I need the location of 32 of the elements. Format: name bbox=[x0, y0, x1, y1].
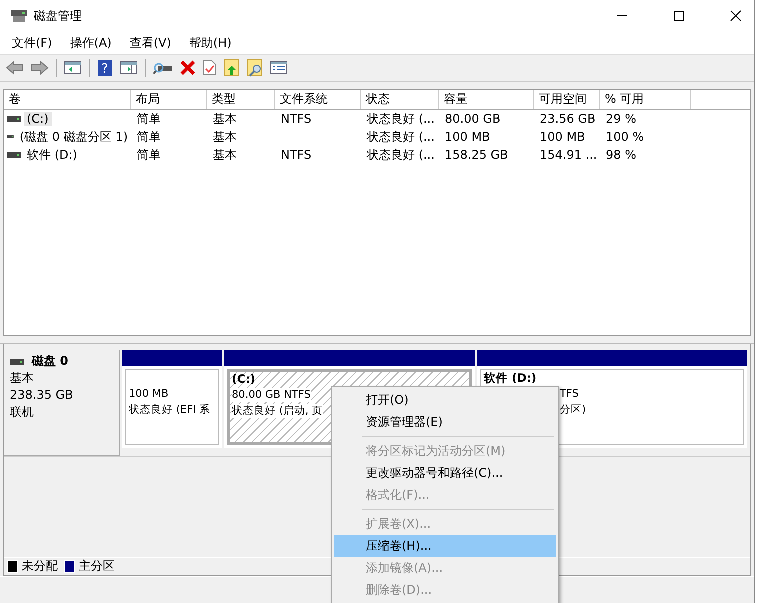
table-cell-text: 简单 bbox=[136, 128, 162, 146]
legend-label: 未分配 bbox=[22, 558, 58, 575]
table-cell-text: 简单 bbox=[136, 110, 162, 128]
table-cell-text: 80.00 GB bbox=[444, 112, 502, 126]
table-cell-text: 基本 bbox=[212, 128, 238, 146]
table-cell-text: 23.56 GB bbox=[539, 112, 597, 126]
table-cell-text: 100 MB bbox=[539, 130, 586, 144]
disk-type: 基本 bbox=[10, 371, 35, 386]
table-cell-text: 基本 bbox=[212, 110, 238, 128]
partition-detail: 状态良好 (EFI 系 bbox=[129, 403, 211, 417]
legend-label: 主分区 bbox=[79, 558, 115, 575]
window-title: 磁盘管理 bbox=[34, 8, 82, 24]
table-cell-text: 154.91 ... bbox=[539, 148, 598, 162]
table-cell-text: 状态良好 (... bbox=[366, 128, 436, 146]
disk-status: 联机 bbox=[10, 405, 35, 420]
table-cell-text: 简单 bbox=[136, 146, 162, 164]
partition-title: (C:) bbox=[232, 372, 256, 386]
table-cell-text: 29 % bbox=[605, 112, 638, 126]
disk-name: 磁盘 0 bbox=[32, 354, 69, 369]
table-cell-text: 状态良好 (... bbox=[366, 110, 436, 128]
table-cell-text: 100 MB bbox=[444, 130, 492, 144]
table-cell-text: 状态良好 (... bbox=[366, 146, 436, 164]
partition-detail: 80.00 GB NTFS bbox=[232, 388, 311, 402]
table-cell-text: 158.25 GB bbox=[444, 148, 510, 162]
table-cell-text: NTFS bbox=[280, 112, 313, 126]
table-cell-text: 98 % bbox=[605, 148, 638, 162]
disk-size: 238.35 GB bbox=[10, 388, 74, 403]
partition-title: 软件 (D:) bbox=[484, 371, 537, 385]
partition-detail: 状态良好 (启动, 页 bbox=[232, 404, 324, 418]
table-cell-text: 100 % bbox=[605, 130, 646, 144]
table-cell-text: NTFS bbox=[280, 148, 313, 162]
table-cell-text: 基本 bbox=[212, 146, 238, 164]
